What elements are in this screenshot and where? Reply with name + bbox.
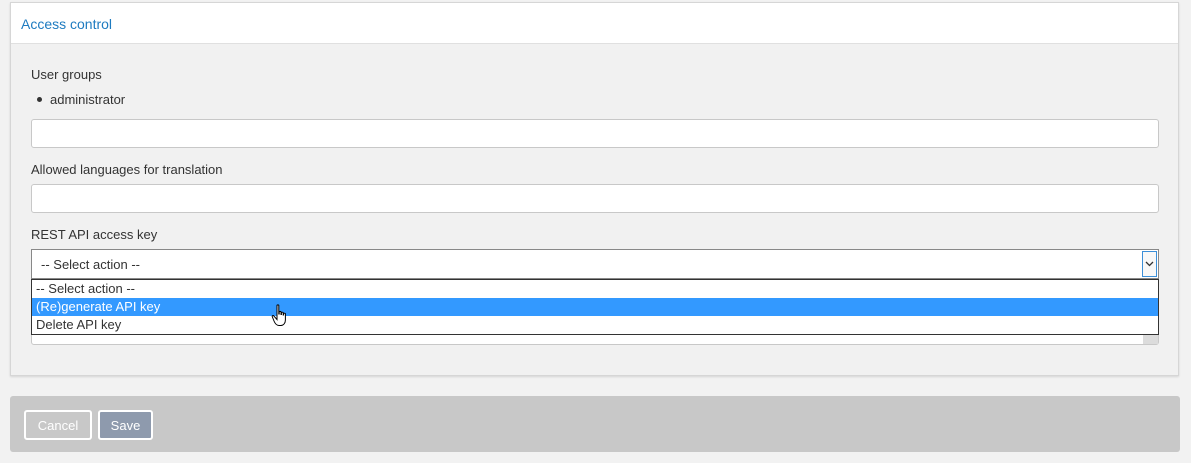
option-select-action[interactable]: -- Select action -- (32, 280, 1158, 298)
cancel-button[interactable]: Cancel (24, 410, 92, 440)
user-groups-label: User groups (31, 67, 102, 82)
panel-header: Access control (11, 3, 1178, 44)
rest-api-action-select[interactable]: -- Select action -- (31, 249, 1159, 279)
option-delete-api-key[interactable]: Delete API key (32, 316, 1158, 334)
rest-api-key-label: REST API access key (31, 227, 158, 242)
scrollbar[interactable] (1143, 334, 1158, 344)
form-footer: Cancel Save (10, 396, 1180, 452)
bullet-icon (37, 97, 42, 102)
user-group-name: administrator (50, 92, 126, 107)
hand-pointer-icon (271, 304, 291, 331)
user-group-list-item: administrator (37, 92, 125, 107)
select-current-value: -- Select action -- (41, 256, 140, 272)
allowed-languages-input[interactable] (31, 184, 1159, 213)
panel-title: Access control (21, 16, 113, 32)
chevron-down-icon[interactable] (1142, 251, 1157, 277)
rest-api-options-list: -- Select action -- (Re)generate API key… (31, 279, 1159, 335)
save-button[interactable]: Save (98, 410, 153, 440)
user-groups-input[interactable] (31, 119, 1159, 148)
allowed-languages-label: Allowed languages for translation (31, 162, 223, 177)
option-regenerate-api-key[interactable]: (Re)generate API key (32, 298, 1158, 316)
